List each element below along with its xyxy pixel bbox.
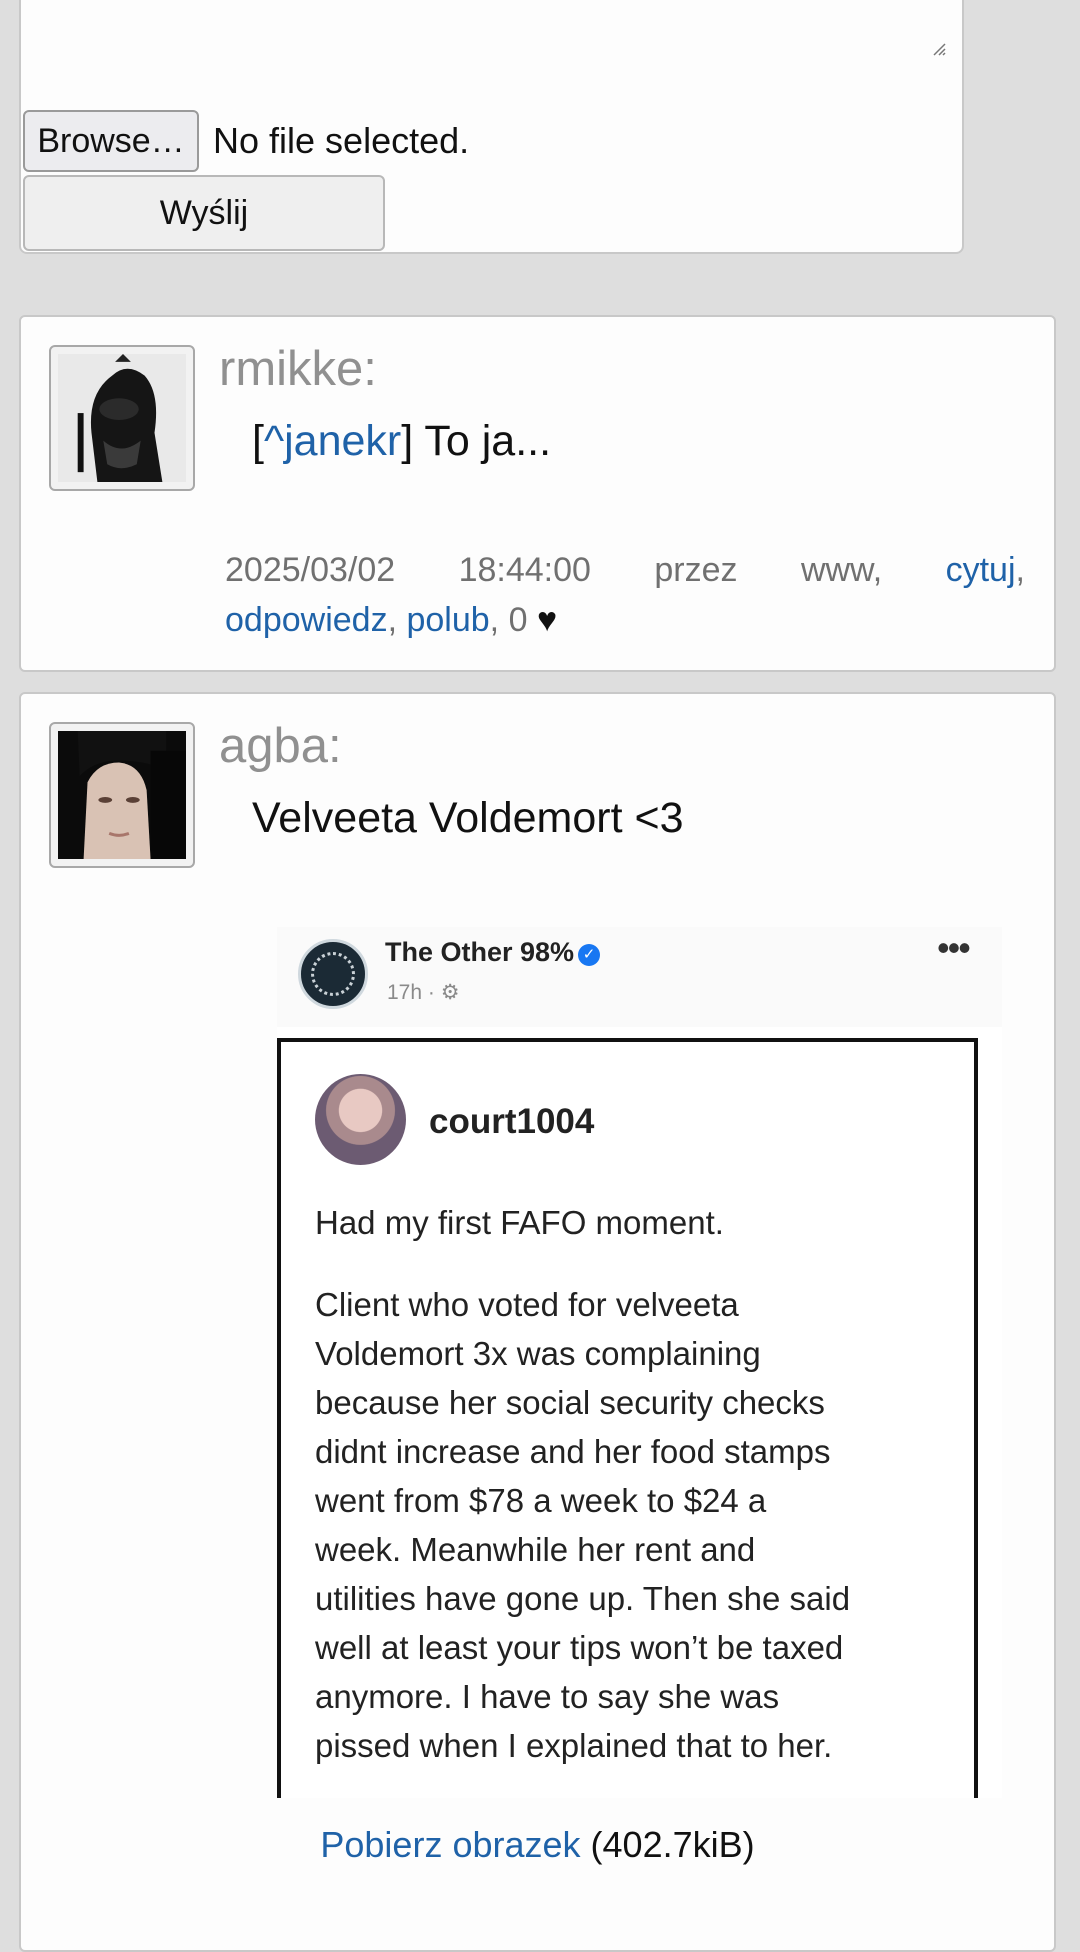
- quoted-body: Client who voted for velveeta Voldemort …: [315, 1286, 851, 1764]
- post-author: rmikke:: [219, 342, 377, 396]
- via-value: www,: [800, 551, 883, 589]
- post: rmikke: [^janekr] To ja... 2025/03/02 18…: [19, 315, 1056, 672]
- reply-link[interactable]: odpowiedz: [225, 601, 388, 639]
- quoted-first-line: Had my first FAFO moment.: [315, 1204, 724, 1241]
- quote-action-link[interactable]: cytuj: [946, 551, 1016, 589]
- avatar[interactable]: [49, 345, 195, 491]
- file-status-text: No file selected.: [213, 120, 470, 161]
- resize-handle-icon[interactable]: [932, 42, 946, 56]
- like-link[interactable]: polub: [406, 601, 489, 639]
- post-meta: 2025/03/02 18:44:00 przez www, cytuj, od…: [225, 545, 1025, 645]
- via-label: przez: [654, 551, 738, 589]
- send-button[interactable]: Wyślij: [23, 175, 385, 251]
- post-message: Velveeta Voldemort <3: [252, 794, 684, 842]
- attached-image[interactable]: The Other 98% ✓ 17h · ⚙ ••• court1004 Had…: [277, 927, 1002, 1798]
- browse-button[interactable]: Browse…: [23, 110, 199, 172]
- more-options-icon: •••: [937, 927, 971, 968]
- message-text: ] To ja...: [401, 417, 552, 465]
- post-time: 18:44:00: [458, 551, 591, 589]
- verified-badge-icon: ✓: [578, 944, 601, 966]
- page-name: The Other 98% ✓: [385, 937, 601, 968]
- post: agba: Velveeta Voldemort <3 The Other 98…: [19, 692, 1056, 1952]
- page-logo: [298, 939, 368, 1009]
- comment-textarea[interactable]: [21, 0, 962, 62]
- quoted-post: court1004 Had my first FAFO moment. Clie…: [277, 1038, 978, 1798]
- post-message: [^janekr] To ja...: [252, 417, 551, 466]
- download-size: (402.7kiB): [590, 1824, 755, 1865]
- download-image-link[interactable]: Pobierz obrazek: [320, 1824, 580, 1865]
- comment-form: Browse… No file selected. Wyślij: [19, 0, 964, 254]
- file-picker: Browse… No file selected.: [23, 110, 469, 172]
- quoted-avatar: [315, 1074, 406, 1165]
- quote-link[interactable]: ^janekr: [264, 417, 401, 465]
- heart-icon: ♥: [536, 601, 558, 639]
- post-timestamp: 17h · ⚙: [387, 981, 460, 1004]
- avatar-image: [58, 354, 186, 482]
- post-author: agba:: [219, 719, 342, 773]
- avatar-image: [58, 731, 186, 859]
- embed-header: The Other 98% ✓ 17h · ⚙ •••: [277, 927, 1002, 1027]
- bracket-open: [: [252, 417, 264, 465]
- quoted-username: court1004: [429, 1102, 595, 1141]
- like-count: , 0: [489, 601, 528, 639]
- avatar[interactable]: [49, 722, 195, 868]
- post-date: 2025/03/02: [225, 551, 396, 589]
- download-row: Pobierz obrazek (402.7kiB): [21, 1824, 1054, 1866]
